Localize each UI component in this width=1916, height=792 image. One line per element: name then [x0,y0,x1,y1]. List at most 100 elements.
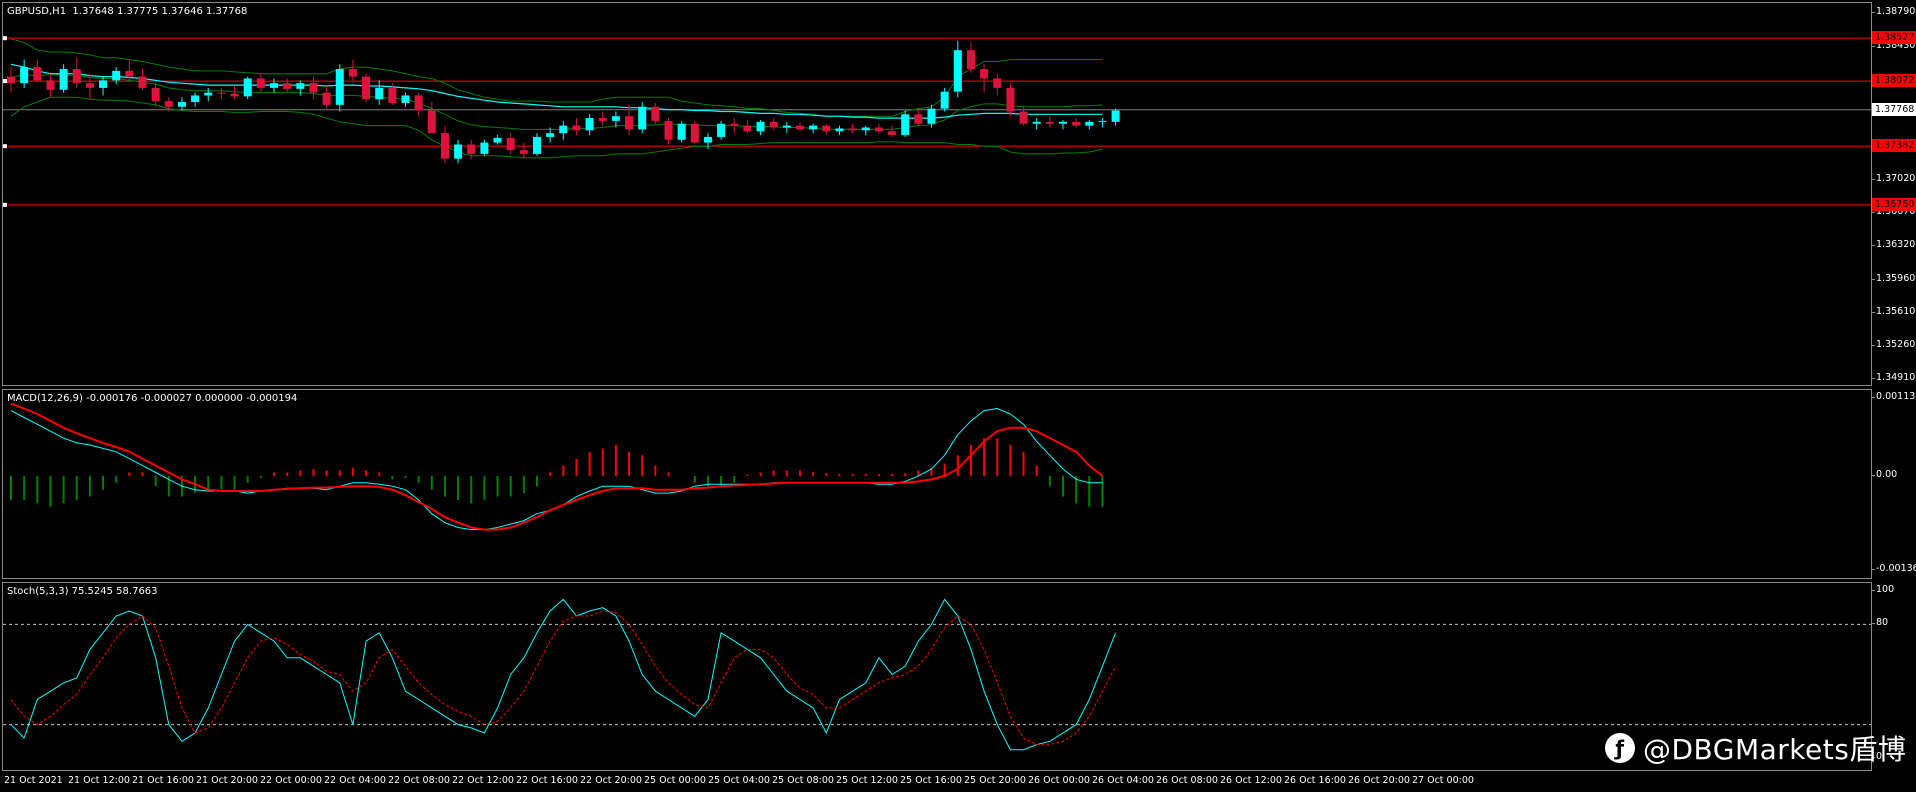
candle-body [230,93,239,97]
price-chart-svg [3,36,1871,207]
candle-body [835,128,844,132]
candle-body [217,92,226,94]
watermark: ƒ @DBGMarkets盾博 [1605,728,1906,768]
price-tick-label: 1.34910 [1871,372,1916,384]
time-tick-label: 21 Oct 16:00 [132,775,194,786]
candle-body [138,76,147,88]
candle-body [414,95,423,111]
candle-body [703,136,712,143]
candle-body [966,50,975,70]
candle-body [85,83,94,88]
candle-body [953,50,962,92]
price-tick-label: 1.36320 [1871,239,1916,251]
candle-body [796,125,804,130]
candle-body [164,101,173,107]
time-tick-label: 26 Oct 20:00 [1348,775,1410,786]
candle-body [1085,121,1094,126]
candle-body [362,76,371,100]
candle-body [270,83,278,88]
time-tick-label: 22 Oct 00:00 [260,775,322,786]
time-tick-label: 22 Oct 16:00 [516,775,578,786]
candle-body [651,106,660,121]
candle-body [1006,87,1015,112]
time-tick-label: 21 Oct 20:00 [196,775,258,786]
candle-body [730,123,739,126]
candle-body [940,91,949,109]
candle-body [296,83,305,89]
time-tick-label: 25 Oct 16:00 [900,775,962,786]
candle-body [440,133,449,159]
candle-body [848,128,857,131]
candle-body [335,69,344,105]
time-tick-label: 25 Oct 00:00 [644,775,706,786]
macd-axis: 0.001133 0.00 -0.001368 [1871,389,1916,579]
candle-body [888,131,897,136]
stoch-tick-label: 100 [1871,584,1895,595]
level-anchor [3,36,7,41]
stoch-tick-label: 80 [1871,617,1889,629]
candle-body [1111,110,1120,122]
macd-signal-line [10,402,1104,531]
time-tick-label: 26 Oct 04:00 [1092,775,1154,786]
candle-body [388,87,397,103]
time-tick-label: 25 Oct 08:00 [772,775,834,786]
level-anchor [3,202,7,207]
candle-body [980,69,989,79]
candle-body [493,137,502,143]
time-tick-label: 26 Oct 12:00 [1220,775,1282,786]
macd-label: MACD(12,26,9) -0.000176 -0.000027 0.0000… [7,393,298,404]
time-tick-label: 25 Oct 12:00 [836,775,898,786]
candle-body [467,144,476,154]
candle-body [1045,121,1054,124]
candle-body [743,125,752,132]
level-price-badge: 1.38072 [1872,74,1916,88]
macd-pane[interactable]: MACD(12,26,9) -0.000176 -0.000027 0.0000… [2,389,1872,579]
level-price-badge: 1.36760 [1872,197,1916,211]
candle-body [480,142,489,154]
macd-tick-label: -0.001368 [1872,563,1916,574]
macd-main-line [10,407,1103,531]
candle-body [256,78,265,88]
candle-body [1072,121,1081,126]
price-tick-label: 1.38790 [1871,6,1916,18]
candle-body [822,125,831,132]
stochastic-svg [3,598,1871,751]
current-price-badge: 1.37768 [1872,102,1916,116]
time-tick-label: 22 Oct 04:00 [324,775,386,786]
candle-body [1019,111,1028,124]
candle-body [914,114,923,124]
candle-body [20,67,29,84]
stochastic-pane[interactable]: Stoch(5,3,3) 75.5245 58.7663 [2,582,1872,771]
candle-body [454,144,463,159]
candle-body [1032,121,1041,124]
candle-body [533,136,541,154]
candle-body [572,125,581,131]
symbol-ohlc-label: GBPUSD,H1 1.37648 1.37775 1.37646 1.3776… [7,6,248,17]
candle-body [427,110,436,134]
candle-body [625,116,634,130]
candle-body [927,108,936,124]
time-tick-label: 27 Oct 00:00 [1412,775,1474,786]
time-tick-label: 26 Oct 08:00 [1156,775,1218,786]
candle-body [283,83,292,89]
time-tick-label: 22 Oct 20:00 [580,775,642,786]
candle-body [993,78,1002,88]
candle-body [717,123,726,137]
candle-body [546,133,555,137]
weibo-logo-icon: ƒ [1605,733,1635,763]
time-tick-label: 25 Oct 20:00 [964,775,1026,786]
candle-body [309,83,318,93]
price-chart-pane[interactable]: GBPUSD,H1 1.37648 1.37775 1.37646 1.3776… [2,2,1872,386]
candle-body [33,67,42,81]
candle-body [348,69,357,77]
candle-body [243,78,252,97]
macd-tick-label: 0.001133 [1871,391,1916,402]
candle-body [769,121,778,128]
time-tick-label: 26 Oct 16:00 [1284,775,1346,786]
candle-body [611,116,620,121]
price-tick-label: 1.35960 [1871,273,1916,285]
candle-body [598,118,607,121]
stoch-label: Stoch(5,3,3) 75.5245 58.7663 [7,586,158,597]
candle-body [191,95,200,103]
candle-body [559,125,568,134]
